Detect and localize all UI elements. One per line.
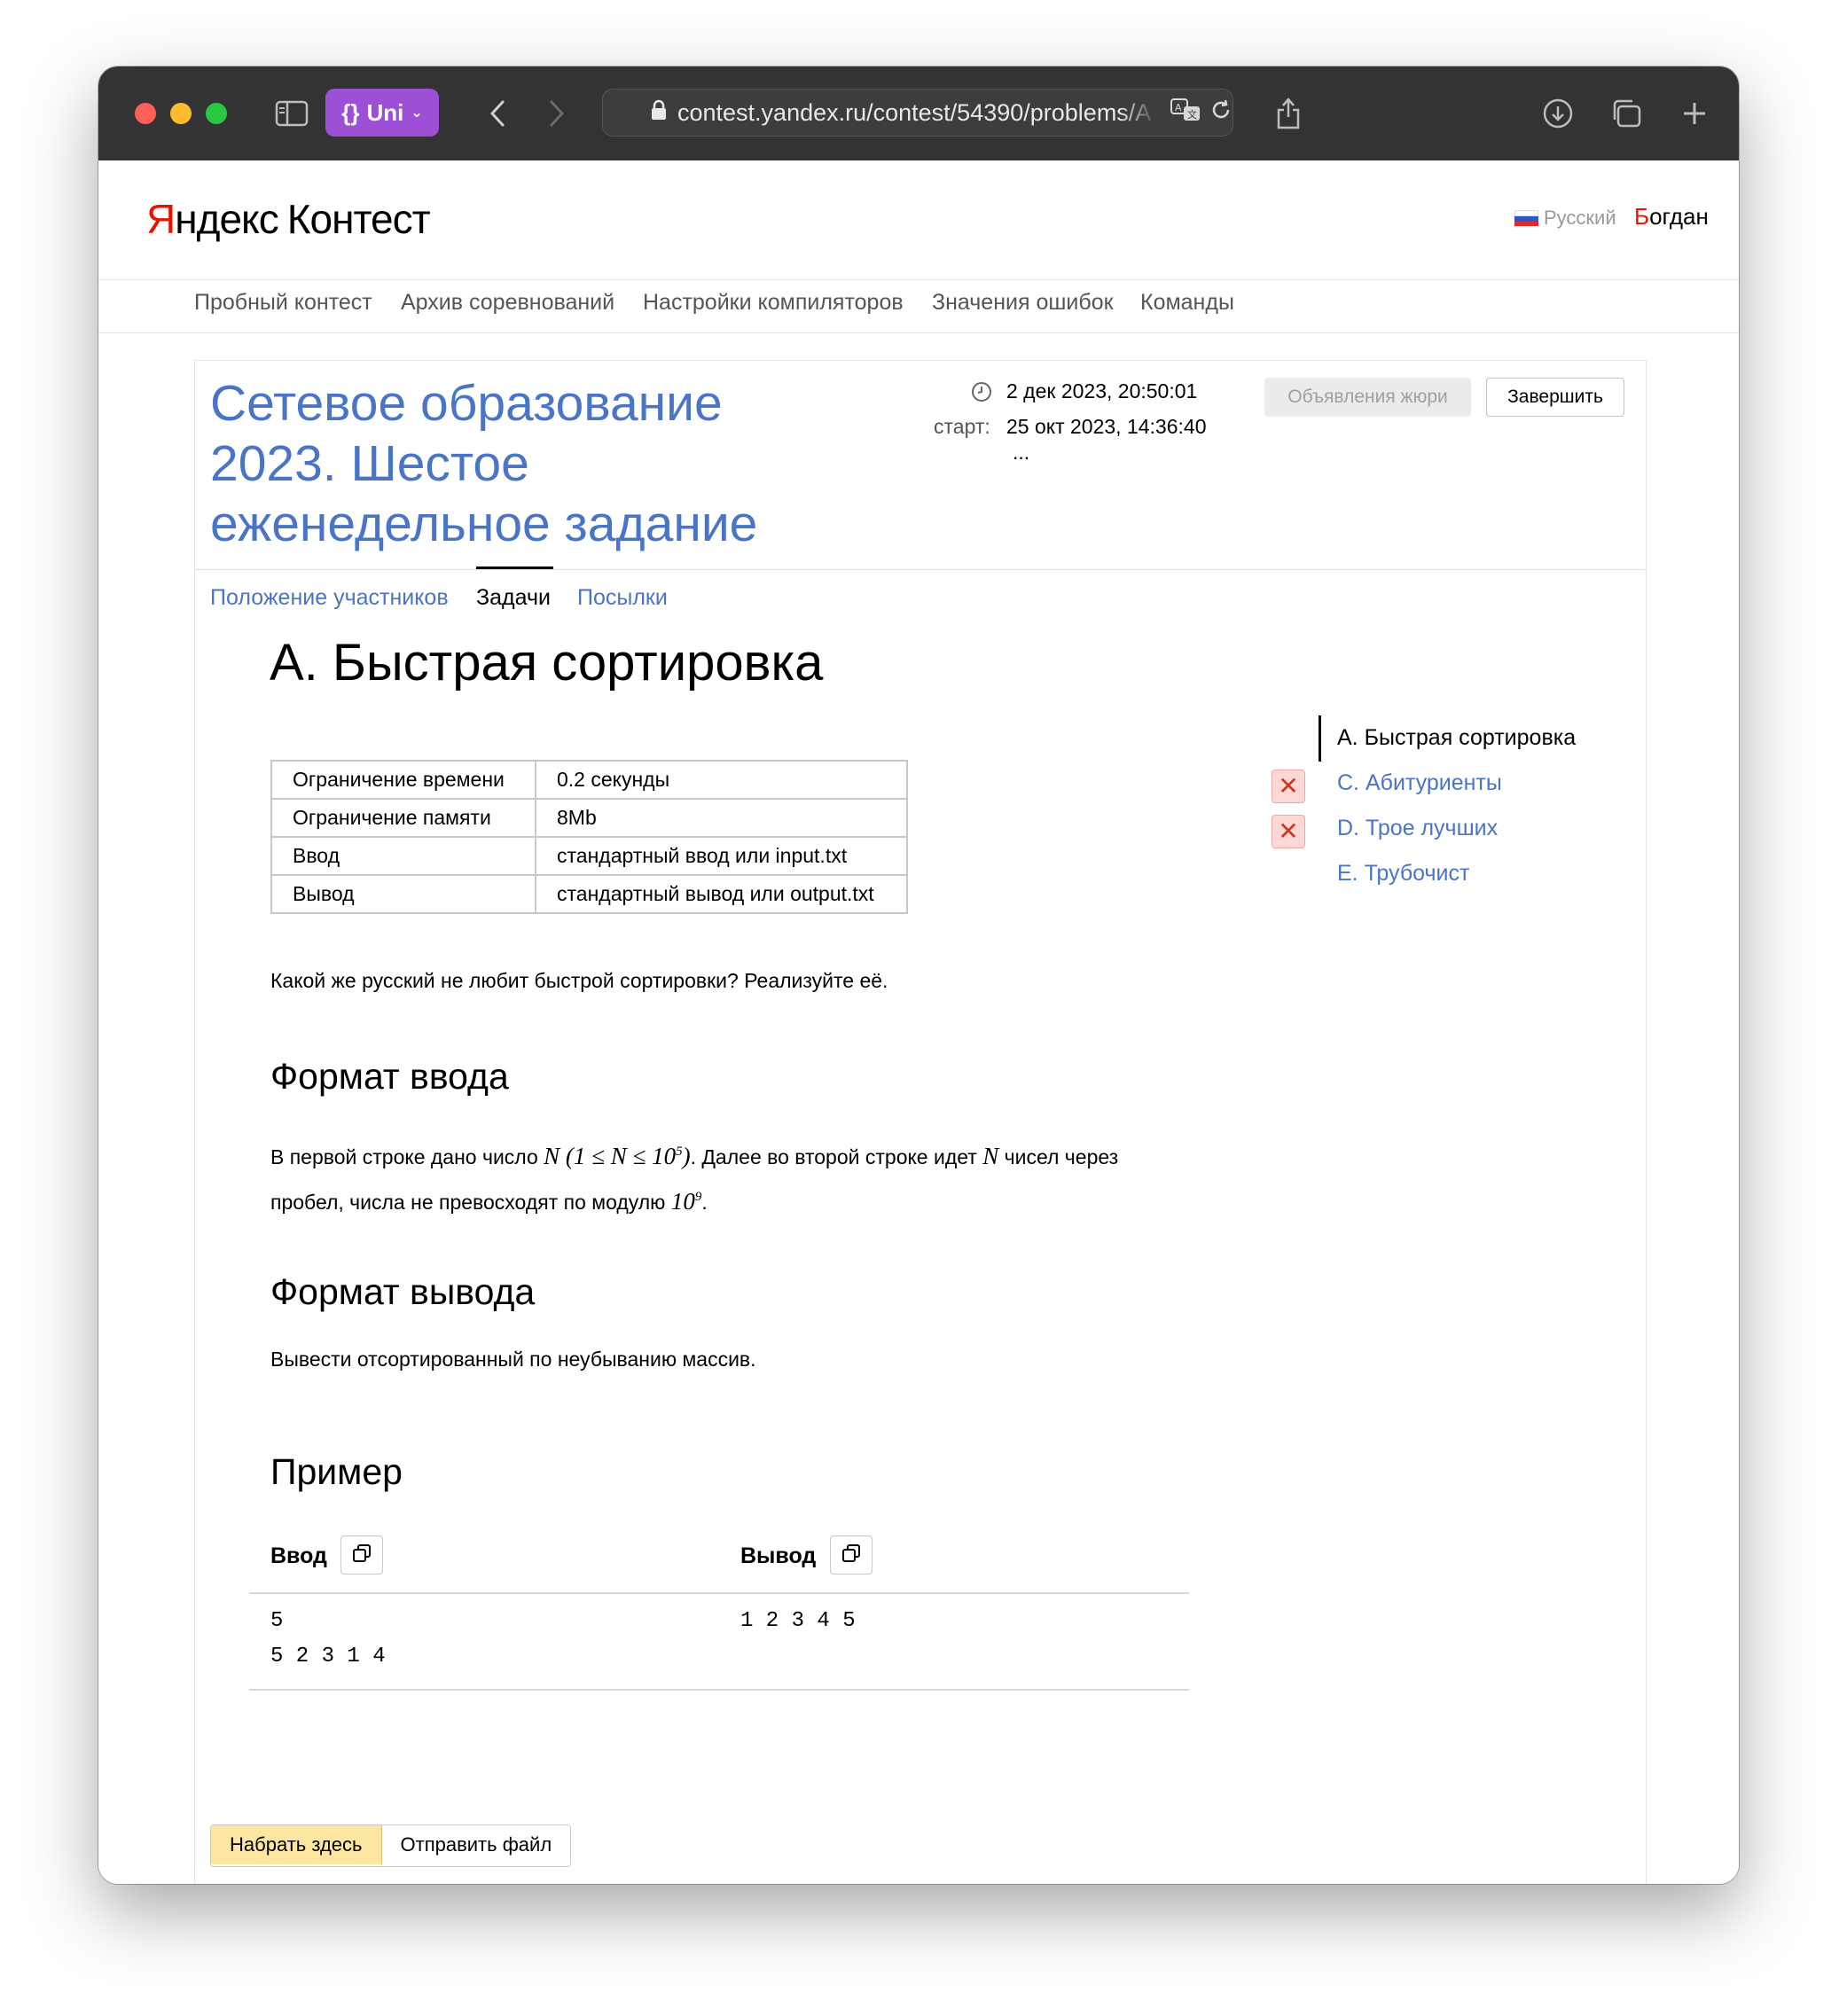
contest-title: Сетевое образование 2023. Шестое еженеде… bbox=[210, 375, 758, 552]
back-icon[interactable] bbox=[480, 93, 515, 134]
limit-key: Ввод bbox=[270, 836, 536, 876]
limit-value: 8Mb bbox=[535, 798, 908, 838]
sidebar-problem-e[interactable]: E. Трубочист bbox=[1337, 861, 1469, 887]
nav-trial-contest[interactable]: Пробный контест bbox=[194, 290, 372, 316]
copy-output-button[interactable] bbox=[830, 1535, 873, 1575]
share-icon[interactable] bbox=[1269, 93, 1308, 134]
reload-icon[interactable] bbox=[1209, 98, 1233, 128]
sidebar-icon[interactable] bbox=[272, 93, 311, 134]
sidebar-problem-a[interactable]: A. Быстрая сортировка bbox=[1337, 725, 1576, 751]
finish-button[interactable]: Завершить bbox=[1486, 378, 1624, 417]
chevron-down-icon: ⌄ bbox=[411, 105, 423, 121]
submit-mode-switch: Набрать здесь Отправить файл bbox=[210, 1825, 572, 1867]
limits-table: Ограничение времени 0.2 секунды Ограничен… bbox=[270, 760, 908, 914]
sidebar-problem-c[interactable]: C. Абитуриенты bbox=[1337, 770, 1502, 796]
timer-ellipsis: ... bbox=[1013, 441, 1030, 464]
nav-archive[interactable]: Архив соревнований bbox=[401, 290, 614, 316]
limit-key: Ограничение времени bbox=[270, 760, 536, 800]
input-format-heading: Формат ввода bbox=[270, 1056, 509, 1097]
tab-standings[interactable]: Положение участников bbox=[210, 585, 449, 611]
site-header: Яндекс Контест Русский Богдан bbox=[98, 160, 1739, 280]
table-row: Ввод стандартный ввод или input.txt bbox=[270, 836, 908, 876]
active-tab-indicator bbox=[476, 567, 553, 569]
nav-error-codes[interactable]: Значения ошибок bbox=[932, 290, 1114, 316]
output-format-heading: Формат вывода bbox=[270, 1271, 536, 1312]
tab-submissions[interactable]: Посылки bbox=[577, 585, 668, 611]
limit-key: Ограничение памяти bbox=[270, 798, 536, 838]
copy-icon bbox=[351, 1543, 372, 1568]
limit-value: стандартный ввод или input.txt bbox=[535, 836, 908, 876]
zoom-window-button[interactable] bbox=[206, 103, 227, 124]
logo-brand: Яндекс bbox=[146, 196, 279, 242]
example-input-content: 5 5 2 3 1 4 bbox=[270, 1609, 386, 1668]
type-here-button[interactable]: Набрать здесь bbox=[211, 1825, 382, 1864]
uni-extension-button[interactable]: {} Uni ⌄ bbox=[325, 89, 439, 137]
fail-x-icon: ✕ bbox=[1272, 815, 1305, 848]
language-switcher[interactable]: Русский bbox=[1514, 207, 1616, 230]
forward-icon[interactable] bbox=[539, 93, 575, 134]
braces-icon: {} bbox=[341, 98, 360, 126]
tabs-icon[interactable] bbox=[1607, 93, 1646, 134]
user-name[interactable]: Богдан bbox=[1634, 203, 1709, 231]
plus-icon[interactable] bbox=[1675, 93, 1714, 134]
problem-title: A. Быстрая сортировка bbox=[270, 634, 824, 692]
statement-text: Какой же русский не любит быстрой сортир… bbox=[270, 969, 888, 992]
divider bbox=[194, 569, 1645, 570]
yandex-contest-logo[interactable]: Яндекс Контест bbox=[146, 194, 431, 244]
logo-product: Контест bbox=[286, 196, 431, 242]
example-output-content: 1 2 3 4 5 bbox=[740, 1609, 856, 1633]
output-format-text: Вывести отсортированный по неубыванию ма… bbox=[270, 1348, 756, 1371]
input-format-text: В первой строке дано число N (1 ≤ N ≤ 10… bbox=[270, 1143, 1119, 1215]
table-row: Ограничение памяти 8Mb bbox=[270, 798, 908, 838]
main-nav: Пробный контест Архив соревнований Настр… bbox=[98, 279, 1739, 333]
copy-input-button[interactable] bbox=[340, 1535, 383, 1575]
tab-problems[interactable]: Задачи bbox=[476, 585, 551, 611]
table-row: Вывод стандартный вывод или output.txt bbox=[270, 874, 908, 914]
example-input-label: Ввод bbox=[270, 1543, 327, 1568]
example-heading: Пример bbox=[270, 1451, 403, 1492]
current-time: 2 дек 2023, 20:50:01 bbox=[1006, 379, 1198, 402]
copy-icon bbox=[841, 1543, 862, 1568]
send-file-button[interactable]: Отправить файл bbox=[381, 1825, 571, 1864]
language-label: Русский bbox=[1544, 207, 1616, 229]
nav-compiler-settings[interactable]: Настройки компиляторов bbox=[643, 290, 904, 316]
browser-toolbar: {} Uni ⌄ contest.yandex.ru/contest/54390… bbox=[98, 66, 1739, 160]
address-bar[interactable]: contest.yandex.ru/contest/54390/problems… bbox=[602, 89, 1233, 137]
sidebar-problem-d[interactable]: D. Трое лучших bbox=[1337, 816, 1498, 841]
start-label: старт: bbox=[934, 415, 990, 438]
extension-label: Uni bbox=[366, 98, 404, 126]
translate-icon[interactable]: A文 bbox=[1170, 98, 1202, 129]
minimize-window-button[interactable] bbox=[170, 103, 192, 124]
example-bottom-border bbox=[249, 1689, 1189, 1691]
russia-flag-icon bbox=[1514, 210, 1538, 226]
jury-announcements-button[interactable]: Объявления жюри bbox=[1264, 378, 1471, 417]
current-problem-indicator bbox=[1319, 715, 1321, 762]
limit-value: 0.2 секунды bbox=[535, 760, 908, 800]
svg-text:A: A bbox=[1175, 102, 1182, 113]
lock-icon bbox=[651, 99, 667, 127]
start-time: 25 окт 2023, 14:36:40 bbox=[1006, 415, 1207, 438]
nav-teams[interactable]: Команды bbox=[1140, 290, 1234, 316]
clock-icon bbox=[971, 381, 992, 407]
example-top-border bbox=[249, 1592, 1189, 1594]
close-window-button[interactable] bbox=[135, 103, 156, 124]
browser-window: {} Uni ⌄ contest.yandex.ru/contest/54390… bbox=[98, 66, 1739, 1884]
limit-value: стандартный вывод или output.txt bbox=[535, 874, 908, 914]
fail-x-icon: ✕ bbox=[1272, 770, 1305, 803]
table-row: Ограничение времени 0.2 секунды bbox=[270, 760, 908, 800]
web-page: Яндекс Контест Русский Богдан Пробный кон… bbox=[98, 160, 1739, 1884]
url-text: contest.yandex.ru/contest/54390/problems… bbox=[677, 98, 1152, 126]
download-icon[interactable] bbox=[1538, 93, 1577, 134]
example-output-label: Вывод bbox=[740, 1543, 817, 1568]
limit-key: Вывод bbox=[270, 874, 536, 914]
svg-text:文: 文 bbox=[1187, 108, 1197, 121]
